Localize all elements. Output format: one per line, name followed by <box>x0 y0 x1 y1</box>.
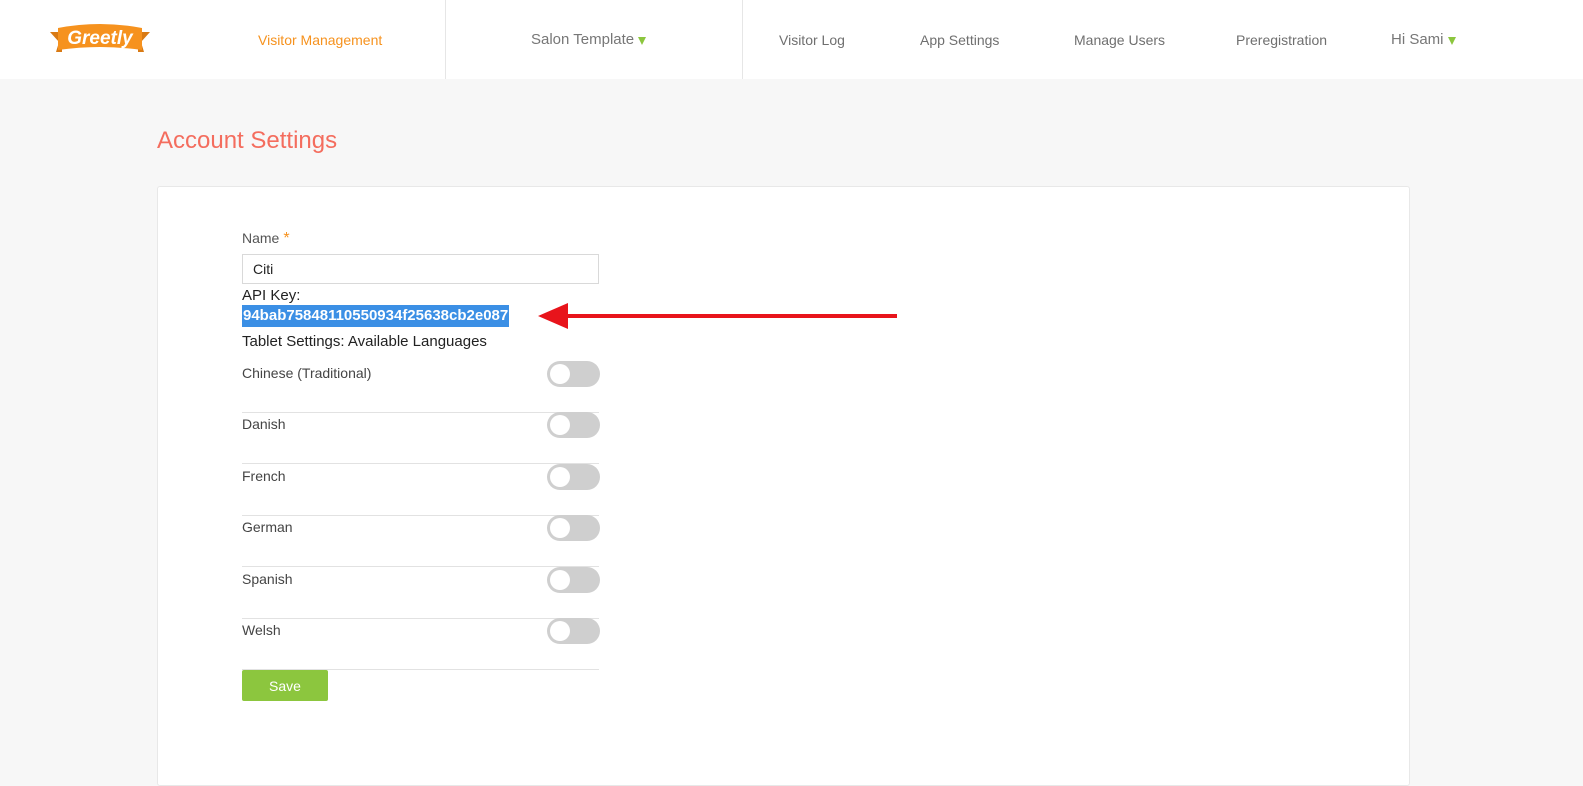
nav-visitor-log-label: Visitor Log <box>779 32 845 48</box>
language-row-spanish: Spanish <box>242 567 600 619</box>
red-arrow-annotation-icon <box>538 303 897 329</box>
language-row-welsh: Welsh <box>242 618 600 670</box>
nav-app-settings[interactable]: App Settings <box>920 0 999 79</box>
top-navigation-bar: Greetly Visitor Management Salon Templat… <box>0 0 1583 79</box>
greetly-logo[interactable]: Greetly <box>50 22 150 58</box>
language-toggle[interactable] <box>547 361 600 387</box>
language-row-french: French <box>242 464 600 516</box>
language-toggle[interactable] <box>547 412 600 438</box>
name-label-text: Name <box>242 230 280 246</box>
name-label: Name * <box>242 230 290 248</box>
language-row-danish: Danish <box>242 412 600 464</box>
language-row-german: German <box>242 515 600 567</box>
api-key-label: API Key: <box>242 287 301 304</box>
api-key-value[interactable]: 94bab75848110550934f25638cb2e087 <box>242 305 510 327</box>
name-input[interactable] <box>242 254 599 284</box>
toggle-knob <box>550 518 570 538</box>
language-label: French <box>242 468 286 484</box>
nav-divider <box>742 0 743 79</box>
language-toggle[interactable] <box>547 567 600 593</box>
language-label: Welsh <box>242 622 281 638</box>
nav-visitor-management-label: Visitor Management <box>258 32 383 48</box>
nav-manage-users[interactable]: Manage Users <box>1074 0 1165 79</box>
toggle-knob <box>550 364 570 384</box>
language-label: Danish <box>242 416 286 432</box>
nav-app-settings-label: App Settings <box>920 32 1000 48</box>
tablet-languages-title: Tablet Settings: Available Languages <box>242 333 487 350</box>
language-toggle[interactable] <box>547 618 600 644</box>
chevron-down-icon <box>1447 37 1456 45</box>
nav-preregistration-label: Preregistration <box>1236 32 1328 48</box>
logo-banner-icon: Greetly <box>50 24 150 52</box>
toggle-knob <box>550 467 570 487</box>
save-button[interactable]: Save <box>242 670 328 701</box>
toggle-knob <box>550 570 570 590</box>
language-row-chinese-traditional: Chinese (Traditional) <box>242 361 600 413</box>
language-label: Chinese (Traditional) <box>242 365 372 381</box>
page-title: Account Settings <box>157 127 338 154</box>
toggle-knob <box>550 621 570 641</box>
required-marker: * <box>283 230 290 247</box>
nav-visitor-log[interactable]: Visitor Log <box>779 0 845 79</box>
salon-template-dropdown[interactable]: Salon Template <box>531 0 647 79</box>
toggle-knob <box>550 415 570 435</box>
nav-visitor-management[interactable]: Visitor Management <box>258 0 382 79</box>
user-menu-dropdown[interactable]: Hi Sami <box>1391 0 1456 79</box>
chevron-down-icon <box>638 37 647 45</box>
salon-template-label: Salon Template <box>531 31 635 48</box>
nav-manage-users-label: Manage Users <box>1074 32 1166 48</box>
language-toggle[interactable] <box>547 515 600 541</box>
language-label: German <box>242 519 293 535</box>
user-greeting: Hi Sami <box>1391 31 1444 48</box>
language-label: Spanish <box>242 571 293 587</box>
nav-divider <box>445 0 446 79</box>
language-toggle[interactable] <box>547 464 600 490</box>
nav-preregistration[interactable]: Preregistration <box>1236 0 1327 79</box>
svg-text:Greetly: Greetly <box>67 28 134 49</box>
